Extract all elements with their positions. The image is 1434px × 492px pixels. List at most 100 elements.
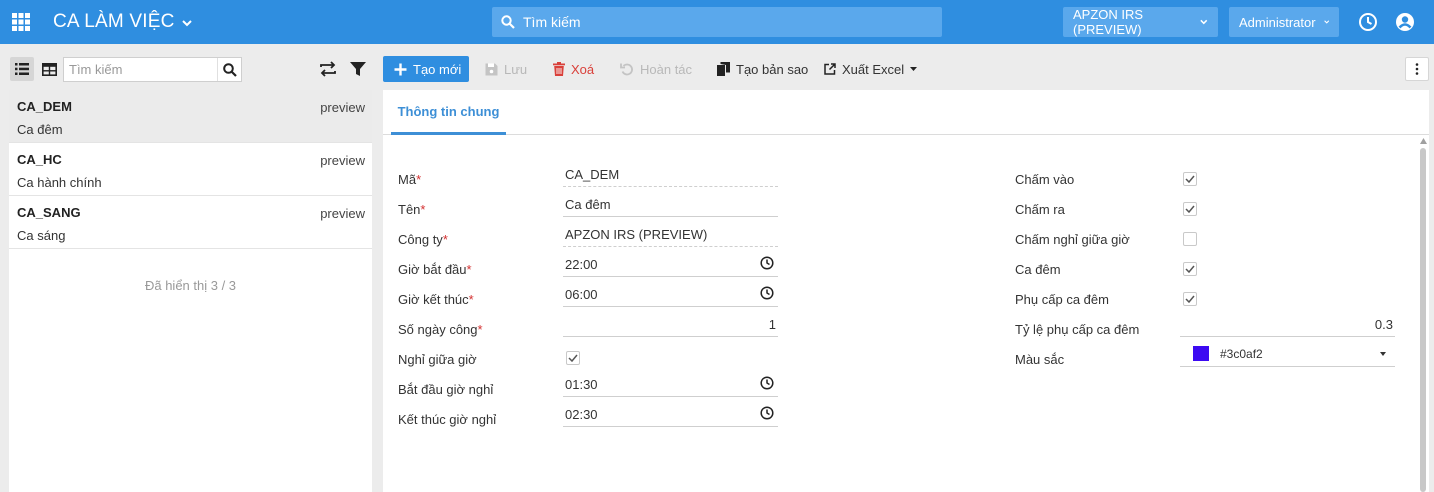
list-item-name: Ca sáng [17, 228, 66, 243]
list-item[interactable]: CA_SANG Ca sáng preview [9, 196, 372, 249]
undo-button[interactable]: Hoàn tác [620, 56, 692, 82]
duplicate-label: Tạo bản sao [736, 61, 809, 77]
list-search[interactable] [63, 57, 242, 82]
gio-ket-thuc-input[interactable] [563, 283, 778, 305]
user-dropdown-label: Administrator [1239, 14, 1316, 30]
gio-bat-dau-field[interactable] [563, 253, 778, 277]
table-view-button[interactable] [37, 57, 61, 81]
ten-label: Tên* [398, 202, 426, 217]
caret-down-icon [1380, 352, 1386, 356]
more-options-button[interactable] [1405, 57, 1429, 81]
chevron-down-icon [1323, 20, 1329, 24]
export-excel-dropdown[interactable]: Xuất Excel [824, 56, 918, 82]
clock-icon[interactable] [760, 286, 774, 300]
undo-icon [620, 63, 633, 76]
list-view-button[interactable] [10, 57, 34, 81]
bat-dau-gio-nghi-field[interactable] [563, 373, 778, 397]
nghi-giua-gio-label: Nghỉ giữa giờ [398, 352, 477, 367]
nghi-giua-gio-checkbox[interactable] [566, 351, 580, 365]
ty-le-phu-cap-field[interactable] [1180, 313, 1395, 337]
list-search-input[interactable] [64, 62, 217, 77]
clock-icon[interactable] [760, 376, 774, 390]
chevron-down-icon [1200, 19, 1208, 25]
form-scrollbar[interactable] [1420, 148, 1426, 492]
bat-dau-gio-nghi-input[interactable] [563, 373, 778, 395]
record-list: CA_DEM Ca đêm preview CA_HC Ca hành chín… [9, 90, 372, 492]
company-dropdown[interactable]: APZON IRS (PREVIEW) [1063, 7, 1218, 37]
gio-bat-dau-label: Giờ bắt đầu* [398, 262, 472, 277]
gio-ket-thuc-field[interactable] [563, 283, 778, 307]
app-title: CA LÀM VIỆC [53, 11, 175, 32]
clock-icon[interactable] [760, 406, 774, 420]
sort-icon[interactable] [319, 60, 337, 78]
duplicate-button[interactable]: Tạo bản sao [717, 56, 808, 82]
delete-label: Xoá [571, 61, 595, 77]
scroll-up-arrow-icon[interactable] [1420, 138, 1427, 144]
search-icon [222, 62, 237, 77]
detail-form: Thông tin chung [383, 90, 1429, 492]
plus-icon [394, 63, 407, 75]
checkmark-icon [1185, 205, 1195, 213]
cham-ra-label: Chấm ra [1015, 202, 1065, 217]
ket-thuc-gio-nghi-label: Kết thúc giờ nghỉ [398, 412, 497, 427]
table-icon [41, 62, 57, 76]
cong-ty-field[interactable] [563, 223, 778, 247]
tab-bar: Thông tin chung [383, 90, 1429, 135]
checkmark-icon [1185, 265, 1195, 273]
create-new-button[interactable]: Tạo mới [383, 56, 469, 82]
export-excel-label: Xuất Excel [842, 61, 905, 77]
cham-nghi-giua-gio-checkbox[interactable] [1183, 232, 1197, 246]
tab-general-info[interactable]: Thông tin chung [391, 90, 506, 135]
color-swatch [1193, 346, 1209, 361]
user-dropdown[interactable]: Administrator [1229, 7, 1339, 37]
list-item[interactable]: CA_DEM Ca đêm preview [9, 90, 372, 143]
undo-label: Hoàn tác [640, 61, 693, 77]
ten-input[interactable] [563, 193, 778, 215]
apps-grid-icon[interactable] [12, 13, 30, 31]
create-new-label: Tạo mới [413, 61, 462, 77]
list-icon [15, 63, 29, 75]
copy-icon [717, 62, 730, 76]
more-vertical-icon [1415, 63, 1419, 75]
cham-vao-checkbox[interactable] [1183, 172, 1197, 186]
app-title-menu[interactable]: CA LÀM VIỆC [53, 11, 192, 33]
list-item-tag: preview [320, 206, 365, 221]
delete-button[interactable]: Xoá [553, 56, 594, 82]
global-search[interactable] [492, 7, 942, 37]
phu-cap-ca-dem-label: Phụ cấp ca đêm [1015, 292, 1109, 307]
save-button[interactable]: Lưu [485, 56, 527, 82]
clock-icon[interactable] [760, 256, 774, 270]
ket-thuc-gio-nghi-input[interactable] [563, 403, 778, 425]
history-clock-icon[interactable] [1358, 12, 1378, 32]
cong-ty-input[interactable] [563, 223, 778, 245]
chevron-down-icon [181, 19, 192, 26]
phu-cap-ca-dem-checkbox[interactable] [1183, 292, 1197, 306]
gio-bat-dau-input[interactable] [563, 253, 778, 275]
ma-input[interactable] [563, 163, 778, 185]
ten-field[interactable] [563, 193, 778, 217]
ket-thuc-gio-nghi-field[interactable] [563, 403, 778, 427]
user-account-icon[interactable] [1395, 12, 1415, 32]
ma-field[interactable] [563, 163, 778, 187]
mau-sac-dropdown[interactable]: #3c0af2 [1180, 343, 1395, 367]
gio-ket-thuc-label: Giờ kết thúc* [398, 292, 474, 307]
ty-le-phu-cap-input[interactable] [1180, 313, 1395, 335]
filter-icon[interactable] [349, 60, 367, 78]
search-icon [501, 15, 515, 29]
list-item[interactable]: CA_HC Ca hành chính preview [9, 143, 372, 196]
list-item-name: Ca đêm [17, 122, 63, 137]
so-ngay-cong-label: Số ngày công* [398, 322, 483, 337]
external-export-icon [824, 63, 836, 75]
save-label: Lưu [504, 61, 528, 77]
so-ngay-cong-field[interactable] [563, 313, 778, 337]
cham-ra-checkbox[interactable] [1183, 202, 1197, 216]
mau-sac-label: Màu sắc [1015, 352, 1065, 367]
list-item-code: CA_SANG [17, 205, 81, 220]
caret-down-icon [910, 67, 918, 71]
ca-dem-checkbox[interactable] [1183, 262, 1197, 276]
checkmark-icon [1185, 295, 1195, 303]
global-search-input[interactable] [523, 14, 923, 30]
so-ngay-cong-input[interactable] [563, 313, 778, 335]
list-search-button[interactable] [217, 58, 241, 81]
cham-vao-label: Chấm vào [1015, 172, 1075, 187]
